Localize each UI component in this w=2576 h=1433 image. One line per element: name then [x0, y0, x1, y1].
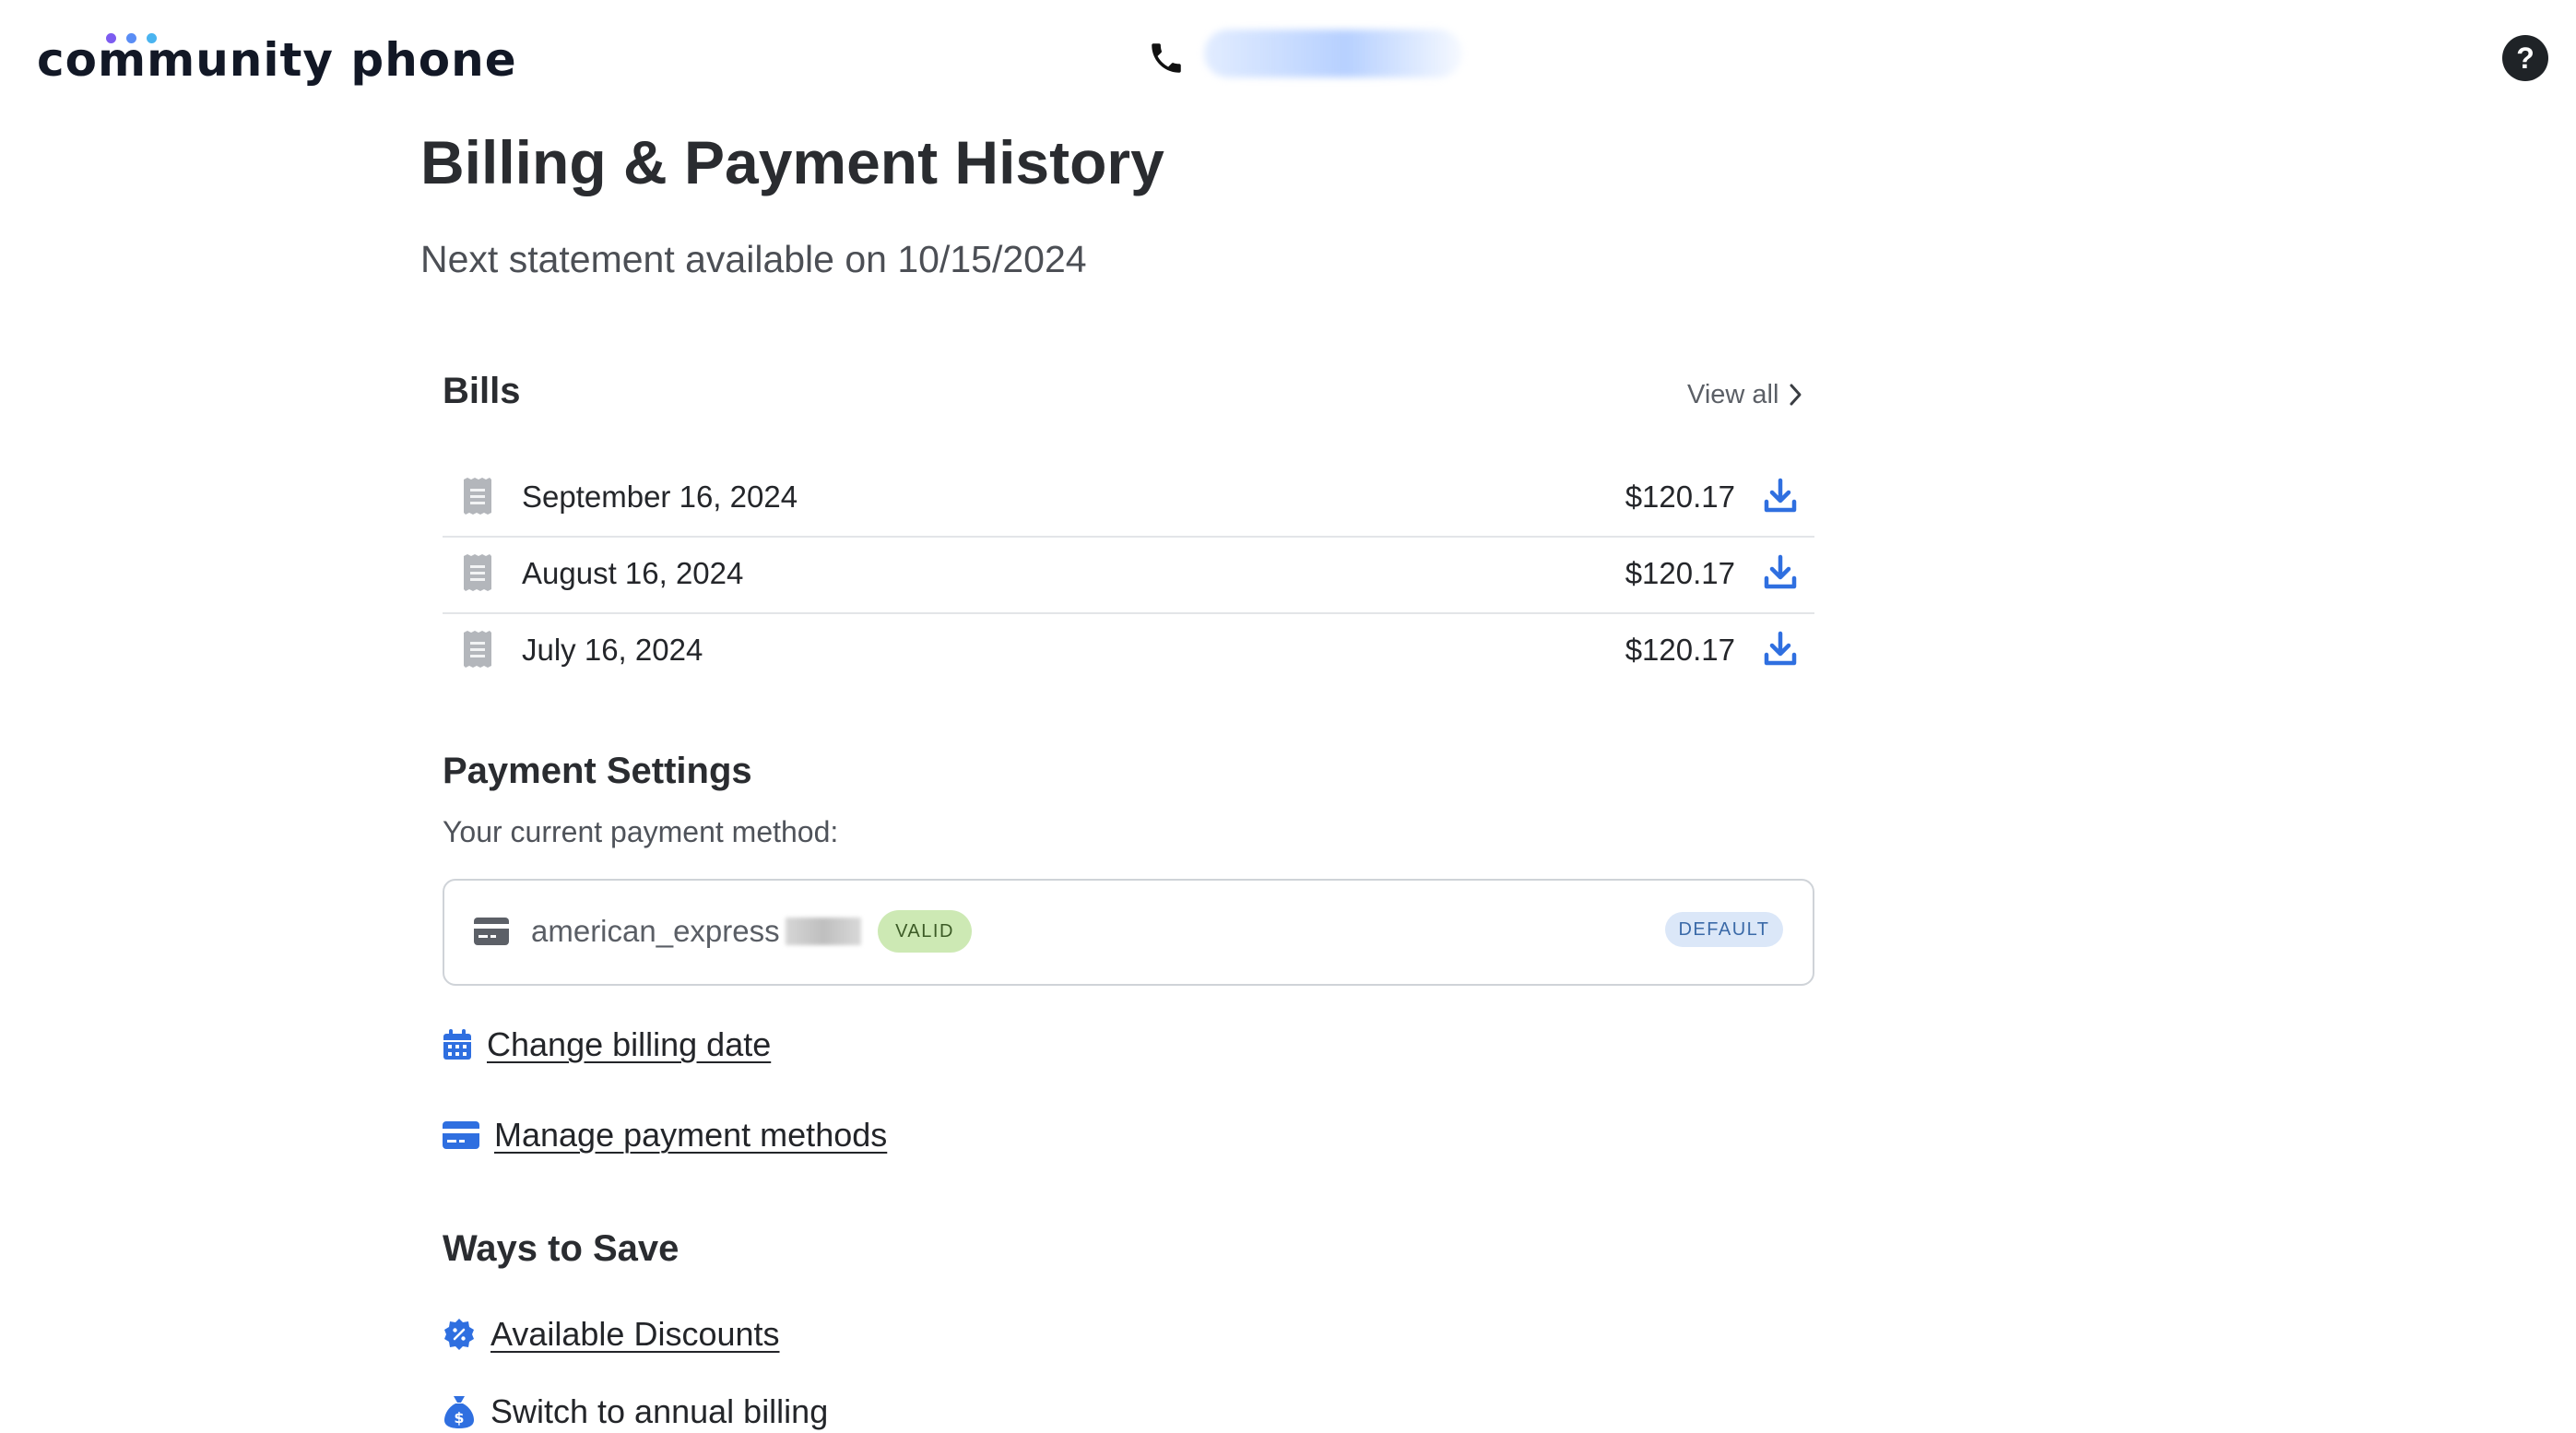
calendar-icon — [443, 1029, 471, 1060]
download-icon[interactable] — [1763, 554, 1798, 591]
phone-number-redacted — [1204, 30, 1462, 77]
bill-date: September 16, 2024 — [522, 480, 798, 514]
card-brand-name: american_express — [531, 914, 780, 948]
chevron-right-icon — [1790, 384, 1802, 406]
valid-badge: VALID — [878, 910, 972, 953]
credit-card-icon — [443, 1121, 479, 1149]
view-all-label: View all — [1687, 379, 1779, 409]
payment-settings-heading: Payment Settings — [443, 751, 752, 791]
top-bar: community phone ? — [0, 0, 2576, 120]
credit-card-icon — [474, 918, 509, 945]
bill-amount: $120.17 — [1625, 633, 1735, 667]
discount-badge-icon — [444, 1319, 474, 1350]
question-icon: ? — [2516, 41, 2535, 75]
receipt-icon — [464, 631, 491, 668]
page-title: Billing & Payment History — [420, 128, 1164, 196]
bill-amount: $120.17 — [1625, 480, 1735, 514]
bill-date: August 16, 2024 — [522, 556, 744, 590]
default-badge: DEFAULT — [1665, 912, 1783, 947]
download-icon[interactable] — [1763, 478, 1798, 515]
svg-text:$: $ — [454, 1409, 464, 1427]
manage-payment-methods-label: Manage payment methods — [494, 1116, 888, 1154]
bill-row: July 16, 2024 $120.17 — [443, 614, 1814, 689]
bill-date: July 16, 2024 — [522, 633, 703, 667]
manage-payment-methods-link[interactable]: Manage payment methods — [443, 1116, 887, 1155]
switch-annual-billing-link[interactable]: $ Switch to annual billing — [443, 1392, 828, 1431]
change-billing-date-label: Change billing date — [487, 1025, 772, 1063]
bills-heading: Bills — [443, 371, 521, 411]
available-discounts-label: Available Discounts — [490, 1315, 780, 1353]
money-bag-icon: $ — [444, 1396, 474, 1428]
next-statement-text: Next statement available on 10/15/2024 — [420, 238, 1087, 280]
view-all-bills-link[interactable]: View all — [1687, 376, 1804, 413]
bill-row: September 16, 2024 $120.17 — [443, 461, 1814, 538]
receipt-icon — [464, 478, 491, 515]
card-number-redacted — [786, 918, 861, 945]
bill-amount: $120.17 — [1625, 556, 1735, 590]
phone-icon — [1152, 43, 1181, 73]
switch-annual-billing-label: Switch to annual billing — [490, 1392, 829, 1430]
current-method-label: Your current payment method: — [443, 815, 839, 848]
change-billing-date-link[interactable]: Change billing date — [443, 1025, 771, 1064]
bills-list: September 16, 2024 $120.17 August 16, 20… — [443, 461, 1814, 689]
payment-method-card: american_express VALID DEFAULT — [443, 879, 1814, 986]
ways-to-save-heading: Ways to Save — [443, 1228, 679, 1269]
receipt-icon — [464, 554, 491, 591]
bill-row: August 16, 2024 $120.17 — [443, 538, 1814, 614]
download-icon[interactable] — [1763, 631, 1798, 668]
logo-text: community phone — [37, 33, 517, 87]
available-discounts-link[interactable]: Available Discounts — [443, 1315, 780, 1354]
help-button[interactable]: ? — [2502, 35, 2548, 81]
